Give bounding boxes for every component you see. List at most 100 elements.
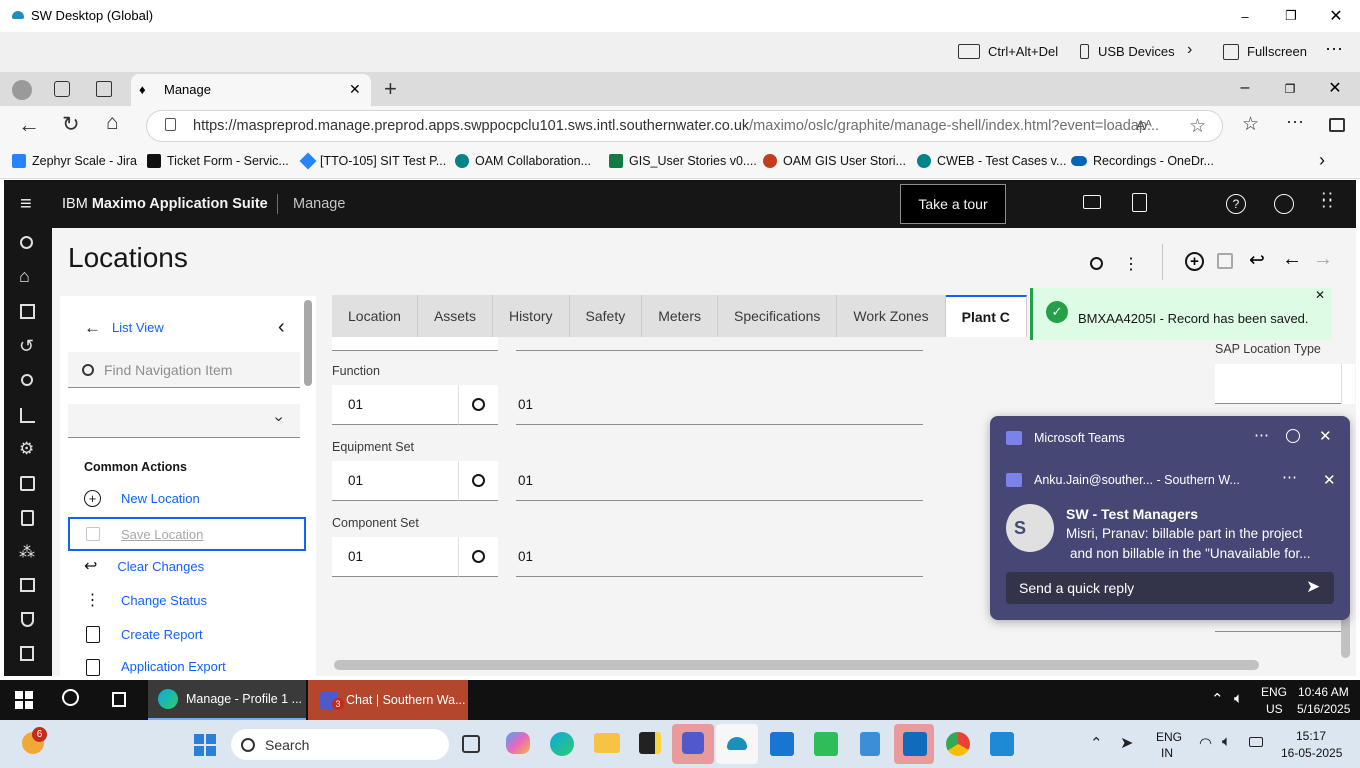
find-navigation-search[interactable]: Find Navigation Item	[68, 352, 300, 388]
usb-devices-button[interactable]: USB Devices	[1098, 44, 1175, 59]
tab-assets[interactable]: Assets	[417, 295, 493, 337]
bookmark-cweb[interactable]: CWEB - Test Cases v...	[917, 154, 1066, 168]
sidebar-icon[interactable]	[1329, 118, 1345, 132]
lookup-button[interactable]	[458, 537, 498, 577]
history-icon[interactable]: ↺	[19, 336, 34, 357]
windows-start-icon[interactable]	[194, 734, 216, 756]
clear-changes-action[interactable]: ↩ Clear Changes	[84, 549, 204, 583]
fullscreen-icon[interactable]	[1223, 44, 1239, 60]
clock-time[interactable]: 10:46 AM	[1298, 685, 1349, 699]
restore-icon[interactable]: ❐	[1282, 6, 1300, 26]
function-input[interactable]: 01	[332, 385, 458, 425]
lang-line-2[interactable]: US	[1266, 702, 1283, 716]
back-icon[interactable]: ←	[18, 112, 40, 138]
copilot-icon[interactable]	[506, 732, 530, 754]
app-switcher-icon[interactable]: ∷ ∷	[1322, 190, 1334, 213]
taskbar-search[interactable]: Search	[231, 729, 449, 760]
restore-icon[interactable]: ❐	[1282, 79, 1298, 99]
minimize-icon[interactable]: –	[1237, 78, 1253, 98]
list-view-link[interactable]: List View	[112, 320, 164, 335]
favorites-icon[interactable]: ☆	[1242, 113, 1259, 136]
previous-record-icon[interactable]: ←	[1282, 248, 1302, 271]
lang-line-2[interactable]: IN	[1161, 746, 1173, 760]
settings-more-icon[interactable]: ⋯	[1286, 112, 1304, 133]
calendar-icon[interactable]	[20, 578, 35, 592]
add-icon[interactable]: +	[1185, 252, 1204, 271]
inventory-icon[interactable]	[21, 510, 34, 526]
hamburger-menu-icon[interactable]: ≡	[20, 193, 32, 216]
people-icon[interactable]	[21, 374, 33, 386]
collapse-panel-icon[interactable]: ‹	[278, 316, 285, 339]
lookup-button[interactable]	[458, 461, 498, 501]
tab-specifications[interactable]: Specifications	[718, 295, 838, 337]
close-icon[interactable]: ✕	[1327, 6, 1345, 26]
more-icon[interactable]: ⋯	[1325, 39, 1344, 60]
bookmark-ticket-form[interactable]: Ticket Form - Servic...	[147, 154, 289, 168]
sap-location-type-input[interactable]	[1215, 364, 1341, 404]
chevron-up-icon[interactable]: ⌃	[1090, 734, 1103, 752]
create-report-action[interactable]: Create Report	[84, 617, 203, 651]
chevron-up-icon[interactable]: ⌃	[1211, 690, 1224, 708]
megaphone-icon[interactable]	[1083, 195, 1101, 209]
more-icon[interactable]: ⋯	[1282, 468, 1297, 486]
close-icon[interactable]: ✕	[1327, 78, 1343, 98]
search-icon[interactable]	[20, 236, 33, 249]
profile-avatar[interactable]	[12, 80, 32, 100]
list-icon[interactable]	[20, 646, 34, 661]
keyboard-icon[interactable]	[958, 44, 980, 59]
refresh-icon[interactable]: ↻	[62, 112, 80, 137]
lookup-button[interactable]	[458, 385, 498, 425]
clock-time[interactable]: 15:17	[1296, 729, 1326, 743]
lang-line-1[interactable]: ENG	[1261, 685, 1287, 699]
quick-reply-input[interactable]: Send a quick reply	[1006, 572, 1334, 604]
save-location-action[interactable]: Save Location	[68, 517, 306, 551]
clock-date[interactable]: 16-05-2025	[1281, 746, 1342, 760]
fullscreen-button[interactable]: Fullscreen	[1247, 44, 1307, 59]
assets-icon[interactable]: ⚙	[19, 439, 34, 459]
chevron-right-icon[interactable]: ›	[1187, 41, 1192, 59]
battery-icon[interactable]	[1249, 737, 1263, 747]
close-icon[interactable]: ✕	[1323, 471, 1336, 489]
bookmark-recordings[interactable]: Recordings - OneDr...	[1071, 154, 1214, 168]
save-icon[interactable]	[1217, 253, 1233, 269]
tab-history[interactable]: History	[492, 295, 570, 337]
close-icon[interactable]: ✕	[1315, 288, 1325, 302]
tab-work-zones[interactable]: Work Zones	[837, 295, 946, 337]
user-icon[interactable]	[1274, 194, 1294, 214]
horizontal-scrollbar[interactable]	[334, 660, 1259, 670]
bookmark-oam-collab[interactable]: OAM Collaboration...	[455, 154, 591, 168]
notepad-icon[interactable]	[860, 732, 880, 756]
search-icon[interactable]	[62, 689, 79, 706]
new-tab-icon[interactable]: +	[384, 76, 397, 102]
collections-icon[interactable]	[54, 81, 70, 97]
teams-notification[interactable]: Microsoft Teams ⋯ ✕ Anku.Jain@souther...…	[990, 416, 1350, 620]
address-bar[interactable]: https://maspreprod.manage.preprod.apps.s…	[146, 110, 1223, 142]
next-record-icon[interactable]: →	[1313, 248, 1333, 271]
volume-icon[interactable]: 🔈︎	[1234, 690, 1243, 707]
taskbar-app-manage[interactable]: Manage - Profile 1 ...	[148, 680, 306, 720]
favorite-star-icon[interactable]: ☆	[1189, 115, 1206, 138]
sticky-notes-icon[interactable]	[639, 732, 661, 754]
close-icon[interactable]: ✕	[1319, 427, 1332, 445]
home-icon[interactable]: ⌂	[19, 266, 30, 287]
lang-line-1[interactable]: ENG	[1156, 730, 1182, 744]
search-icon[interactable]	[1090, 257, 1103, 270]
network-icon[interactable]: ⁂	[19, 542, 35, 562]
navigation-dropdown[interactable]: ›	[68, 404, 300, 438]
change-status-action[interactable]: ⋮ Change Status	[84, 583, 208, 617]
lookup-button[interactable]	[1341, 364, 1355, 404]
media-player-icon[interactable]	[814, 732, 838, 756]
clock-date[interactable]: 5/16/2025	[1297, 702, 1350, 716]
more-icon[interactable]: ⋯	[1254, 426, 1269, 444]
home-icon[interactable]: ⌂	[106, 111, 119, 135]
tab-safety[interactable]: Safety	[569, 295, 643, 337]
nav-scrollbar[interactable]	[304, 300, 312, 386]
browser-tab-manage[interactable]: ♦ Manage ✕	[131, 74, 371, 106]
vscode-icon[interactable]	[990, 732, 1014, 756]
component-set-input[interactable]: 01	[332, 537, 458, 577]
new-location-action[interactable]: + New Location	[84, 481, 200, 515]
take-a-tour-button[interactable]: Take a tour	[900, 184, 1006, 224]
send-icon[interactable]: ➤	[1306, 577, 1320, 597]
undo-icon[interactable]: ↩	[1249, 249, 1265, 272]
clipboard-icon[interactable]	[1132, 193, 1147, 212]
